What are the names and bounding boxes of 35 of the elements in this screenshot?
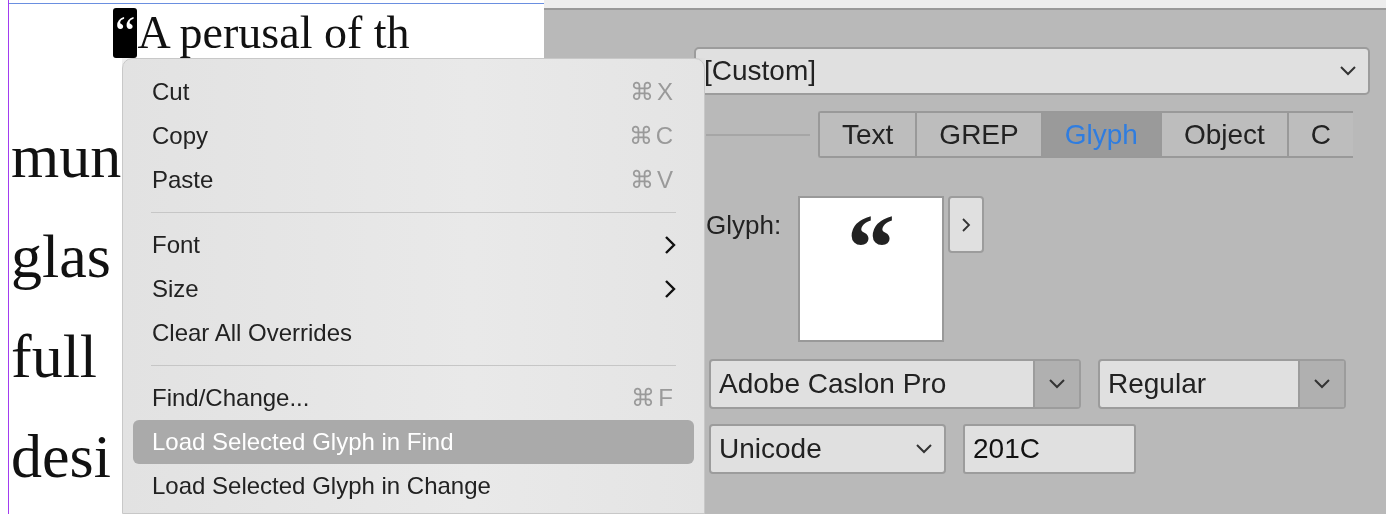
document-text: glas (10, 221, 111, 292)
document-text: mun (10, 121, 122, 192)
document-text: desi (10, 421, 111, 492)
chevron-down-icon (914, 443, 934, 455)
menu-item[interactable]: Size (133, 267, 694, 311)
menu-item[interactable]: Clear All Overrides (133, 311, 694, 355)
shortcut-label: ⌘F (631, 384, 676, 412)
chevron-right-icon (961, 216, 971, 233)
shortcut-label: ⌘C (628, 122, 676, 150)
menu-item[interactable]: Cut ⌘X (133, 70, 694, 114)
chevron-down-icon (1338, 65, 1358, 77)
shortcut-label: ⌘V (630, 166, 676, 194)
chevron-down-icon (1047, 378, 1067, 390)
tab[interactable]: Object (1161, 113, 1287, 156)
document-text: full (10, 321, 98, 392)
selected-quote: “ (113, 8, 138, 58)
menu-item[interactable]: Font (133, 223, 694, 267)
tab[interactable]: GREP (917, 113, 1041, 156)
document-text: A perusal of th (137, 8, 410, 58)
glyph-id-field[interactable]: 201C (963, 424, 1136, 474)
shortcut-label: ⌘X (630, 78, 676, 106)
glyph-label: Glyph: (706, 210, 783, 241)
tab[interactable]: Text (820, 113, 916, 156)
menu-item[interactable]: Load Selected Glyph in Change (133, 464, 694, 508)
glyph-preview: “ (798, 196, 944, 342)
font-family-dropdown[interactable]: Adobe Caslon Pro (709, 359, 1081, 409)
menu-item[interactable]: Paste ⌘V (133, 158, 694, 202)
tab[interactable]: C (1288, 113, 1354, 156)
glyph-menu-button[interactable] (948, 196, 984, 253)
font-style-dropdown[interactable]: Regular (1098, 359, 1346, 409)
menu-item[interactable]: Copy ⌘C (133, 114, 694, 158)
id-type-dropdown[interactable]: Unicode (709, 424, 946, 474)
query-dropdown[interactable]: [Custom] (694, 47, 1370, 95)
menu-item[interactable]: Find/Change... ⌘F (133, 376, 694, 420)
chevron-down-icon (1312, 378, 1332, 390)
